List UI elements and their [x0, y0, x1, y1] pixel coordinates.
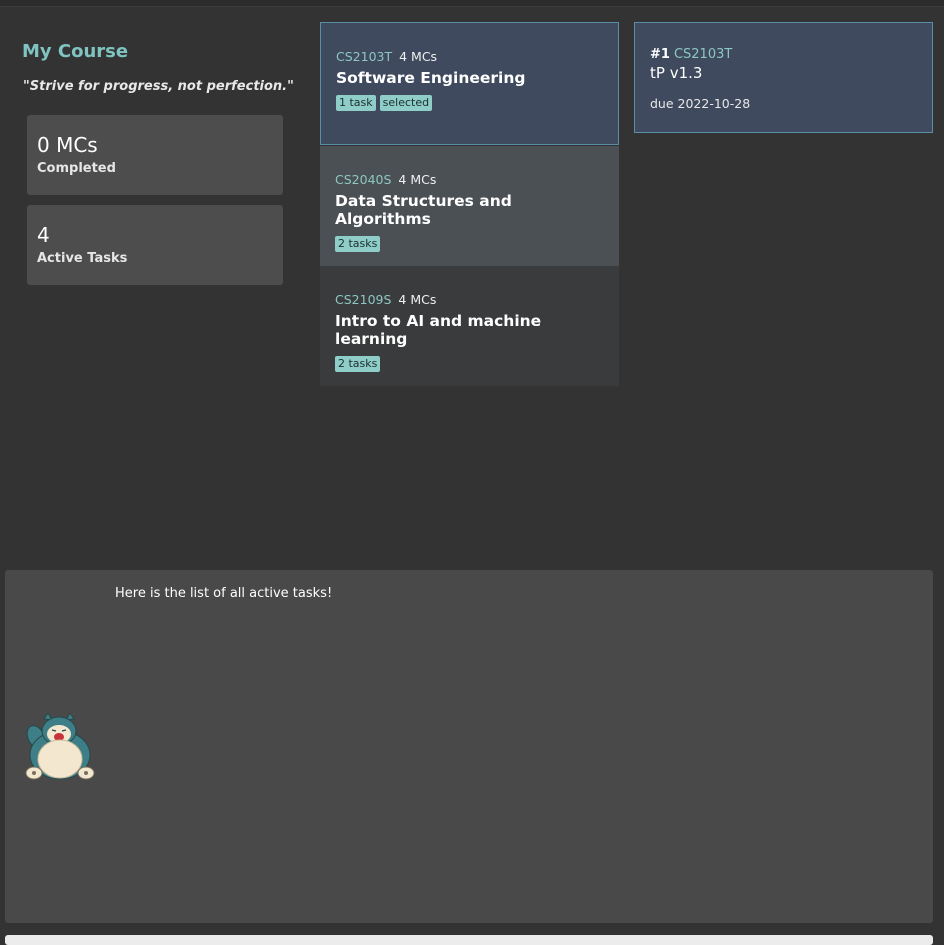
course-title: My Course	[22, 41, 129, 62]
module-name: Software Engineering	[336, 69, 526, 87]
stat-label: Active Tasks	[37, 251, 128, 266]
top-bar	[0, 0, 944, 7]
task-card[interactable]: #1 CS2103T tP v1.3 due 2022-10-28	[634, 22, 933, 133]
stat-card-active-tasks: 4 Active Tasks	[27, 205, 283, 285]
module-card[interactable]: CS2040S 4 MCs Data Structures and Algori…	[320, 146, 619, 266]
task-count-tag: 1 task	[336, 95, 376, 111]
module-mcs: 4 MCs	[399, 49, 438, 64]
module-card[interactable]: CS2109S 4 MCs Intro to AI and machine le…	[320, 266, 619, 386]
module-name: Data Structures and Algorithms	[335, 192, 512, 228]
module-mcs: 4 MCs	[398, 292, 437, 307]
module-name: Intro to AI and machine learning	[335, 312, 542, 348]
stat-card-mcs-completed: 0 MCs Completed	[27, 115, 283, 195]
task-index: #1	[650, 47, 670, 62]
snorlax-mascot-icon	[25, 713, 95, 780]
result-message: Here is the list of all active tasks!	[115, 586, 333, 601]
motivational-quote: "Strive for progress, not perfection."	[23, 79, 294, 94]
module-mcs: 4 MCs	[398, 172, 437, 187]
result-display: Here is the list of all active tasks!	[5, 570, 933, 923]
stat-label: Completed	[37, 161, 116, 176]
stat-value: 0 MCs	[37, 133, 98, 157]
task-name: tP v1.3	[650, 64, 703, 82]
command-input-bar[interactable]	[5, 935, 933, 945]
selected-tag: selected	[379, 95, 433, 111]
module-code: CS2103T	[336, 49, 393, 64]
task-count-tag: 2 tasks	[335, 236, 381, 252]
stat-value: 4	[37, 223, 50, 247]
module-card-selected[interactable]: CS2103T 4 MCs Software Engineering 1 tas…	[320, 22, 619, 145]
task-due-date: due 2022-10-28	[650, 96, 751, 111]
task-module-code: CS2103T	[673, 47, 733, 62]
module-code: CS2040S	[335, 172, 392, 187]
task-count-tag: 2 tasks	[335, 356, 381, 372]
module-code: CS2109S	[335, 292, 392, 307]
